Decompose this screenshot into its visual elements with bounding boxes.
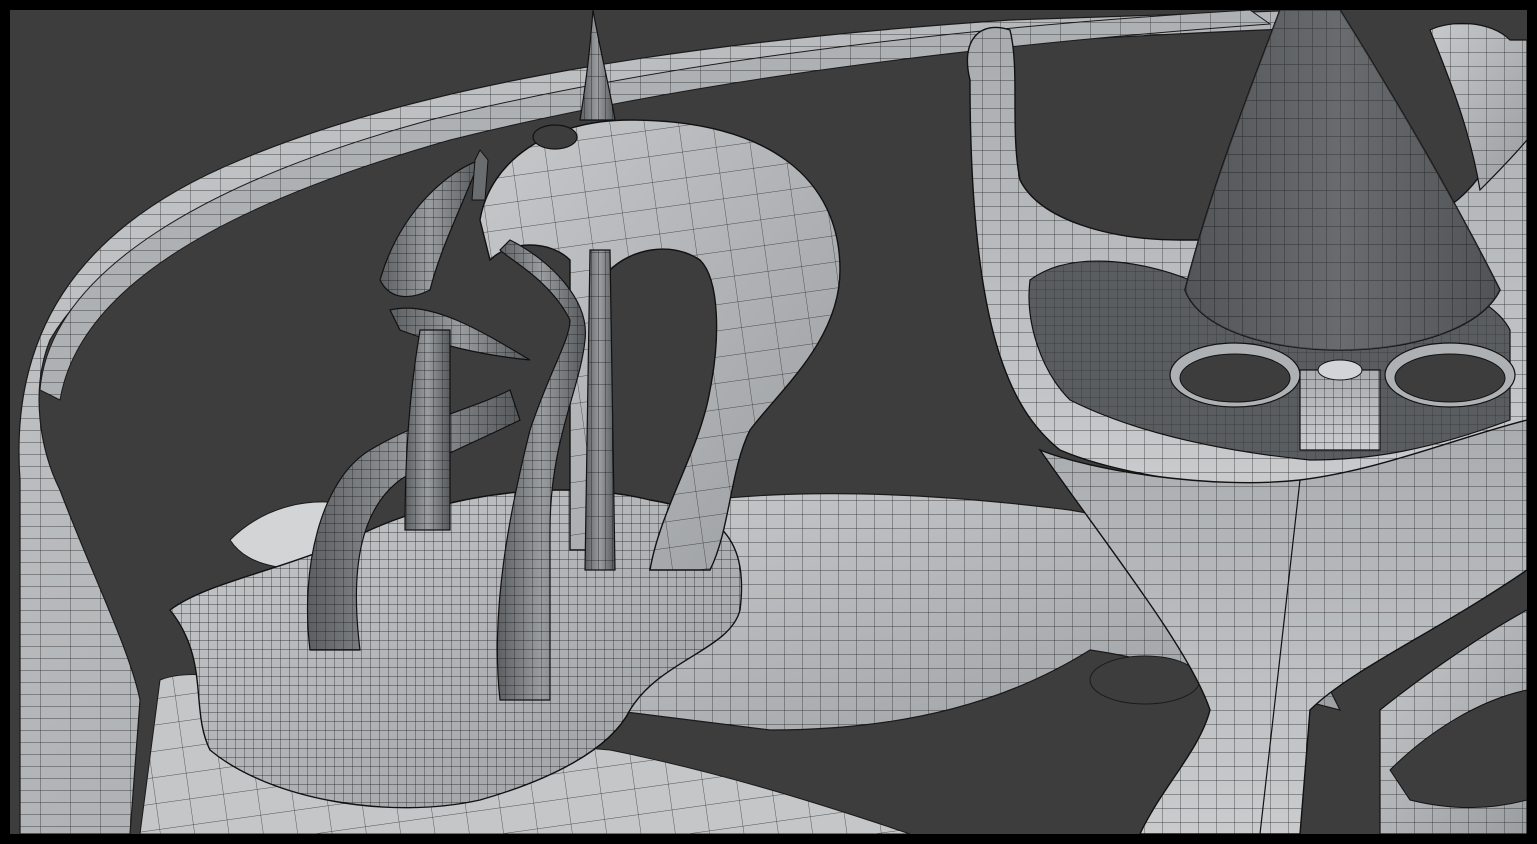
- wireframe-scene: [18, 10, 1527, 834]
- viewport-frame: [0, 0, 1537, 844]
- 3d-viewport[interactable]: [10, 10, 1527, 834]
